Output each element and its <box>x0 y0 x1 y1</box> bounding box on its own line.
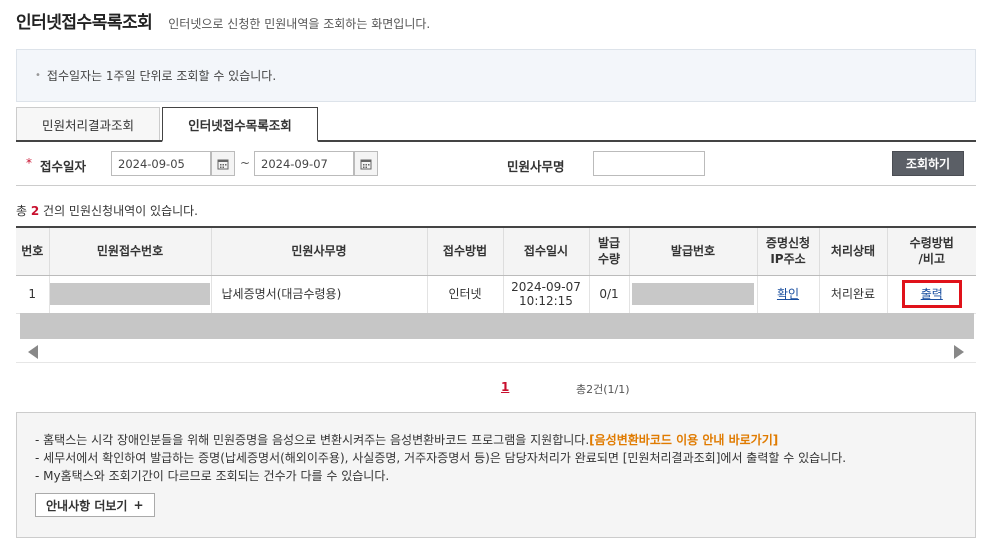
info-line-3: - My홈택스와 조회기간이 다르므로 조회되는 건수가 다를 수 있습니다. <box>35 469 390 483</box>
info-box: - 홈택스는 시각 장애인분들을 위해 민원증명을 음성으로 변환시켜주는 음성… <box>16 412 976 538</box>
required-icon: * <box>26 156 32 170</box>
page-description: 인터넷으로 신청한 민원내역을 조회하는 화면입니다. <box>168 17 431 31</box>
scroll-arrow-bar <box>16 341 976 363</box>
col-header-receive: 수령방법/비고 <box>886 226 976 276</box>
summary-suffix: 건의 민원신청내역이 있습니다. <box>39 204 198 218</box>
calendar-icon[interactable] <box>354 151 378 176</box>
date-range-separator: ~ <box>240 156 251 170</box>
cell-office-name: 납세증명서(대금수령용) <box>210 275 427 314</box>
cell-no: 1 <box>16 275 49 314</box>
result-summary: 총 2 건의 민원신청내역이 있습니다. <box>16 202 198 219</box>
results-table: 번호 민원접수번호 민원사무명 접수방법 접수일시 발급 수량 발급번호 증명신청… <box>16 226 976 314</box>
col-header-ip-l2: IP주소 <box>770 252 806 267</box>
col-header-no: 번호 <box>16 226 49 276</box>
bullet-icon: • <box>35 70 41 81</box>
notice-box: • 접수일자는 1주일 단위로 조회할 수 있습니다. <box>16 49 976 102</box>
tab-civil-result[interactable]: 민원처리결과조회 <box>16 107 160 140</box>
result-count: 2 <box>30 204 40 218</box>
tab-bar: 민원처리결과조회 인터넷접수목록조회 <box>16 107 976 142</box>
voice-barcode-guide-link[interactable]: [음성변환바코드 이용 안내 바로가기] <box>589 433 778 447</box>
cell-method: 인터넷 <box>426 275 503 314</box>
col-header-ip: 증명신청 IP주소 <box>756 226 819 276</box>
page-number-current[interactable]: 1 <box>501 380 509 394</box>
cell-time: 10:12:15 <box>519 294 573 308</box>
cell-date: 2024-09-07 <box>511 280 581 294</box>
col-header-method: 접수방법 <box>426 226 503 276</box>
info-line-1-text: - 홈택스는 시각 장애인분들을 위해 민원증명을 음성으로 변환시켜주는 음성… <box>35 433 590 447</box>
col-header-recv-l2: /비고 <box>918 252 945 267</box>
scroll-left-arrow-icon[interactable] <box>28 345 38 359</box>
scroll-right-arrow-icon[interactable] <box>954 345 964 359</box>
col-header-datetime: 접수일시 <box>502 226 589 276</box>
col-header-office-name: 민원사무명 <box>210 226 427 276</box>
page-header: 인터넷접수목록조회 인터넷으로 신청한 민원내역을 조회하는 화면입니다. <box>16 8 430 36</box>
search-button[interactable]: 조회하기 <box>892 151 964 176</box>
ip-confirm-link[interactable]: 확인 <box>777 287 799 301</box>
end-date-input[interactable]: 2024-09-07 <box>254 151 354 176</box>
horizontal-scrollbar-track[interactable] <box>20 313 974 339</box>
table-header-row: 번호 민원접수번호 민원사무명 접수방법 접수일시 발급 수량 발급번호 증명신청… <box>16 226 976 276</box>
info-line-barcode: - 홈택스는 시각 장애인분들을 위해 민원증명을 음성으로 변환시켜주는 음성… <box>35 431 975 449</box>
col-header-status: 처리상태 <box>818 226 887 276</box>
receipt-date-label: 접수일자 <box>40 159 87 174</box>
cell-issue-no <box>628 275 757 314</box>
col-header-qty-l1: 발급 <box>597 236 621 251</box>
page-title: 인터넷접수목록조회 <box>16 13 153 33</box>
redacted-issue-no <box>632 283 754 305</box>
cell-ip: 확인 <box>756 275 819 314</box>
cell-receipt-no <box>48 275 211 314</box>
calendar-icon[interactable] <box>211 151 235 176</box>
tab-internet-receipt-list[interactable]: 인터넷접수목록조회 <box>162 107 318 142</box>
more-info-button[interactable]: 안내사항 더보기 + <box>35 493 155 517</box>
results-grid: 번호 민원접수번호 민원사무명 접수방법 접수일시 발급 수량 발급번호 증명신청… <box>16 226 976 314</box>
office-name-label: 민원사무명 <box>507 159 565 174</box>
col-header-issue-no: 발급번호 <box>628 226 757 276</box>
col-header-qty: 발급 수량 <box>588 226 629 276</box>
table-row: 1 납세증명서(대금수령용) 인터넷 2024-09-07 10:12:15 0/… <box>16 275 976 314</box>
start-date-input[interactable]: 2024-09-05 <box>111 151 211 176</box>
col-header-receipt-no: 민원접수번호 <box>48 226 211 276</box>
cell-status: 처리완료 <box>818 275 887 314</box>
info-line-2: - 세무서에서 확인하여 발급하는 증명(납세증명서(해외이주용), 사실증명,… <box>35 451 847 465</box>
search-form: * 접수일자 2024-09-05 ~ 2024-09-07 민원사무명 조회하… <box>16 142 976 186</box>
col-header-ip-l1: 증명신청 <box>765 236 811 251</box>
cell-datetime: 2024-09-07 10:12:15 <box>502 275 589 314</box>
print-highlight-box: 출력 <box>901 280 962 308</box>
col-header-qty-l2: 수량 <box>597 252 621 267</box>
col-header-recv-l1: 수령방법 <box>909 236 954 251</box>
plus-icon: + <box>133 498 144 512</box>
page-total-count: 총2건(1/1) <box>576 383 630 396</box>
more-info-label: 안내사항 더보기 <box>46 498 128 513</box>
office-name-input[interactable] <box>593 151 705 176</box>
notice-text: 접수일자는 1주일 단위로 조회할 수 있습니다. <box>46 69 277 83</box>
pagination: 1 총2건(1/1) <box>0 380 989 396</box>
cell-receive: 출력 <box>886 275 976 314</box>
cell-qty: 0/1 <box>588 275 629 314</box>
print-link[interactable]: 출력 <box>921 287 943 301</box>
redacted-receipt-no <box>50 283 210 305</box>
summary-prefix: 총 <box>16 204 31 218</box>
